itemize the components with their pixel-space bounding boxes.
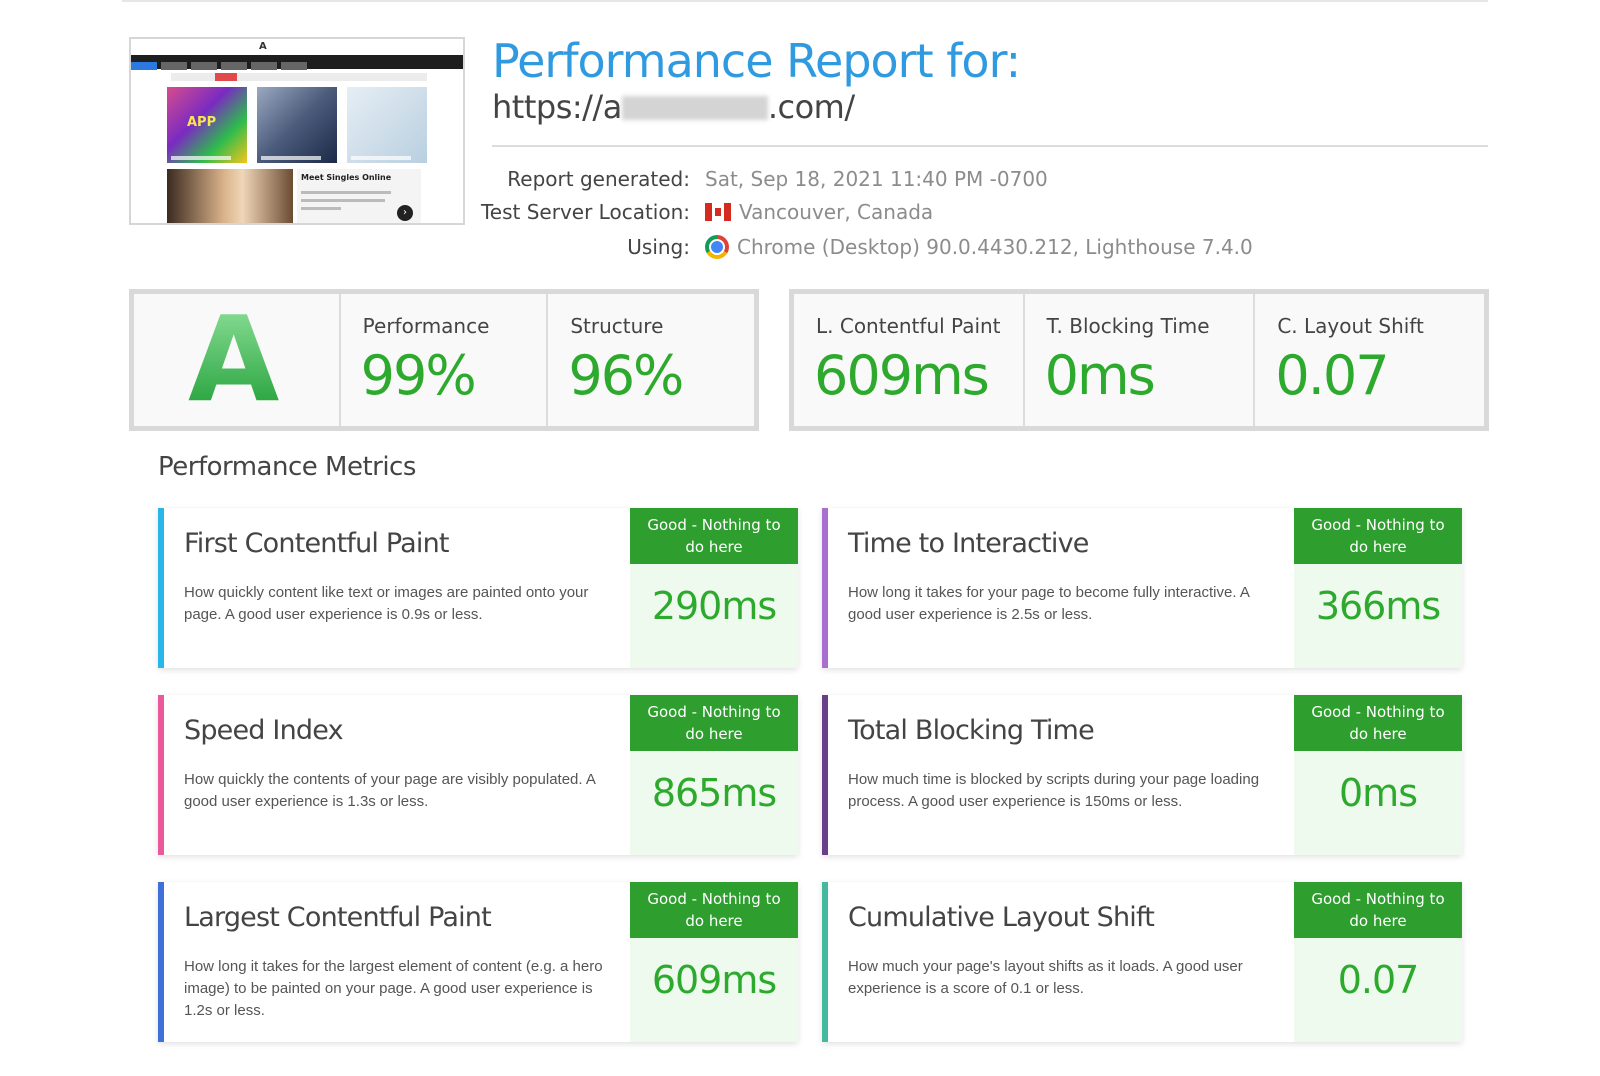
metric-result: Good - Nothing to do here 366ms <box>1294 508 1462 668</box>
info-report-generated: Report generated: Sat, Sep 18, 2021 11:4… <box>400 167 1500 197</box>
info-using: Using: Chrome (Desktop) 90.0.4430.212, L… <box>400 235 1500 265</box>
report-url-suffix: .com/ <box>767 88 855 126</box>
score-label: Structure <box>570 314 664 338</box>
thumb-ad-title: Meet Singles Online <box>301 173 392 182</box>
chrome-icon <box>705 235 729 259</box>
thumb-photo <box>167 169 293 223</box>
metric-result: Good - Nothing to do here 0ms <box>1294 695 1462 855</box>
metric-card-total-blocking-time[interactable]: Total Blocking Time How much time is blo… <box>822 695 1462 855</box>
metric-accent-bar <box>822 508 828 668</box>
thumb-header: A <box>131 39 463 55</box>
metric-description: How long it takes for your page to becom… <box>848 584 1250 623</box>
overall-grade: A <box>188 290 280 428</box>
metric-card-time-to-interactive[interactable]: Time to Interactive How long it takes fo… <box>822 508 1462 668</box>
metric-accent-bar <box>158 508 164 668</box>
canada-flag-icon <box>705 203 731 221</box>
structure-score-cell[interactable]: Structure 96% <box>548 294 755 426</box>
score-value: 99% <box>360 344 477 407</box>
score-value: 0ms <box>1044 344 1156 407</box>
metric-card-speed-index[interactable]: Speed Index How quickly the contents of … <box>158 695 798 855</box>
metric-card-first-contentful-paint[interactable]: First Contentful Paint How quickly conte… <box>158 508 798 668</box>
report-url-prefix: https://a <box>492 88 622 126</box>
metric-result: Good - Nothing to do here 0.07 <box>1294 882 1462 1042</box>
scores-panel-grades: A Performance 99% Structure 96% <box>129 289 759 431</box>
report-url[interactable]: https://a .com/ <box>492 88 855 126</box>
top-divider <box>122 0 1488 2</box>
header-divider <box>492 145 1488 147</box>
metric-status-badge: Good - Nothing to do here <box>1294 882 1462 938</box>
metric-value: 865ms <box>651 771 777 815</box>
metric-accent-bar <box>822 882 828 1042</box>
thumb-tile-text: APP <box>187 115 217 130</box>
metric-title: Time to Interactive <box>848 528 1089 559</box>
score-label: L. Contentful Paint <box>816 314 1001 338</box>
metric-value: 366ms <box>1315 584 1441 628</box>
metric-value: 0.07 <box>1337 958 1420 1002</box>
info-value-wrap: Chrome (Desktop) 90.0.4430.212, Lighthou… <box>705 235 1253 259</box>
redacted-url-mask <box>621 96 768 120</box>
metric-status-badge: Good - Nothing to do here <box>630 508 798 564</box>
metric-accent-bar <box>158 695 164 855</box>
metric-description: How much time is blocked by scripts duri… <box>848 771 1260 810</box>
lcp-score-cell[interactable]: L. Contentful Paint 609ms <box>794 294 1025 426</box>
report-title: Performance Report for: <box>492 34 1021 88</box>
metric-status-badge: Good - Nothing to do here <box>1294 695 1462 751</box>
metric-value: 0ms <box>1339 771 1418 815</box>
metric-title: Cumulative Layout Shift <box>848 902 1155 933</box>
metric-description: How quickly content like text or images … <box>184 584 589 623</box>
metric-result: Good - Nothing to do here 290ms <box>630 508 798 668</box>
cls-score-cell[interactable]: C. Layout Shift 0.07 <box>1255 294 1485 426</box>
overall-grade-cell: A <box>134 294 341 426</box>
metric-title: Total Blocking Time <box>848 715 1095 746</box>
thumb-tile-games <box>257 87 337 163</box>
metric-title: Speed Index <box>184 715 344 746</box>
metric-accent-bar <box>158 882 164 1042</box>
metric-title: Largest Contentful Paint <box>184 902 492 933</box>
score-value: 0.07 <box>1275 344 1389 407</box>
tbt-score-cell[interactable]: T. Blocking Time 0ms <box>1024 294 1256 426</box>
metric-description: How much your page's layout shifts as it… <box>848 958 1243 997</box>
thumb-logo: A <box>259 41 267 52</box>
metric-card-largest-contentful-paint[interactable]: Largest Contentful Paint How long it tak… <box>158 882 798 1042</box>
score-label: T. Blocking Time <box>1046 314 1210 338</box>
metric-accent-bar <box>822 695 828 855</box>
performance-score-cell[interactable]: Performance 99% <box>340 294 549 426</box>
metric-description: How quickly the contents of your page ar… <box>184 771 596 810</box>
metric-result: Good - Nothing to do here 865ms <box>630 695 798 855</box>
score-value: 609ms <box>814 344 990 407</box>
score-value: 96% <box>568 344 684 407</box>
info-label: Report generated: <box>507 167 690 191</box>
info-value: Vancouver, Canada <box>739 200 934 224</box>
info-value: Sat, Sep 18, 2021 11:40 PM -0700 <box>705 167 1048 191</box>
thumb-tile-sites <box>347 87 427 163</box>
section-title-performance-metrics: Performance Metrics <box>158 452 416 482</box>
info-label: Using: <box>627 235 690 259</box>
metric-title: First Contentful Paint <box>184 528 450 559</box>
scores-panel-web-vitals: L. Contentful Paint 609ms T. Blocking Ti… <box>789 289 1489 431</box>
score-label: Performance <box>362 314 490 338</box>
metric-card-cumulative-layout-shift[interactable]: Cumulative Layout Shift How much your pa… <box>822 882 1462 1042</box>
score-label: C. Layout Shift <box>1277 314 1424 338</box>
thumb-nav <box>131 55 463 70</box>
info-server-location: Test Server Location: Vancouver, Canada <box>400 200 1500 230</box>
thumb-strip <box>171 73 427 81</box>
thumb-tile-apps: APP <box>167 87 247 163</box>
info-label: Test Server Location: <box>480 200 690 224</box>
metric-description: How long it takes for the largest elemen… <box>184 958 603 1019</box>
metric-status-badge: Good - Nothing to do here <box>630 882 798 938</box>
metric-result: Good - Nothing to do here 609ms <box>630 882 798 1042</box>
info-value: Chrome (Desktop) 90.0.4430.212, Lighthou… <box>737 235 1253 259</box>
metric-status-badge: Good - Nothing to do here <box>630 695 798 751</box>
metric-status-badge: Good - Nothing to do here <box>1294 508 1462 564</box>
metric-value: 290ms <box>651 584 777 628</box>
info-value-wrap: Vancouver, Canada <box>705 200 933 224</box>
metric-value: 609ms <box>651 958 777 1002</box>
